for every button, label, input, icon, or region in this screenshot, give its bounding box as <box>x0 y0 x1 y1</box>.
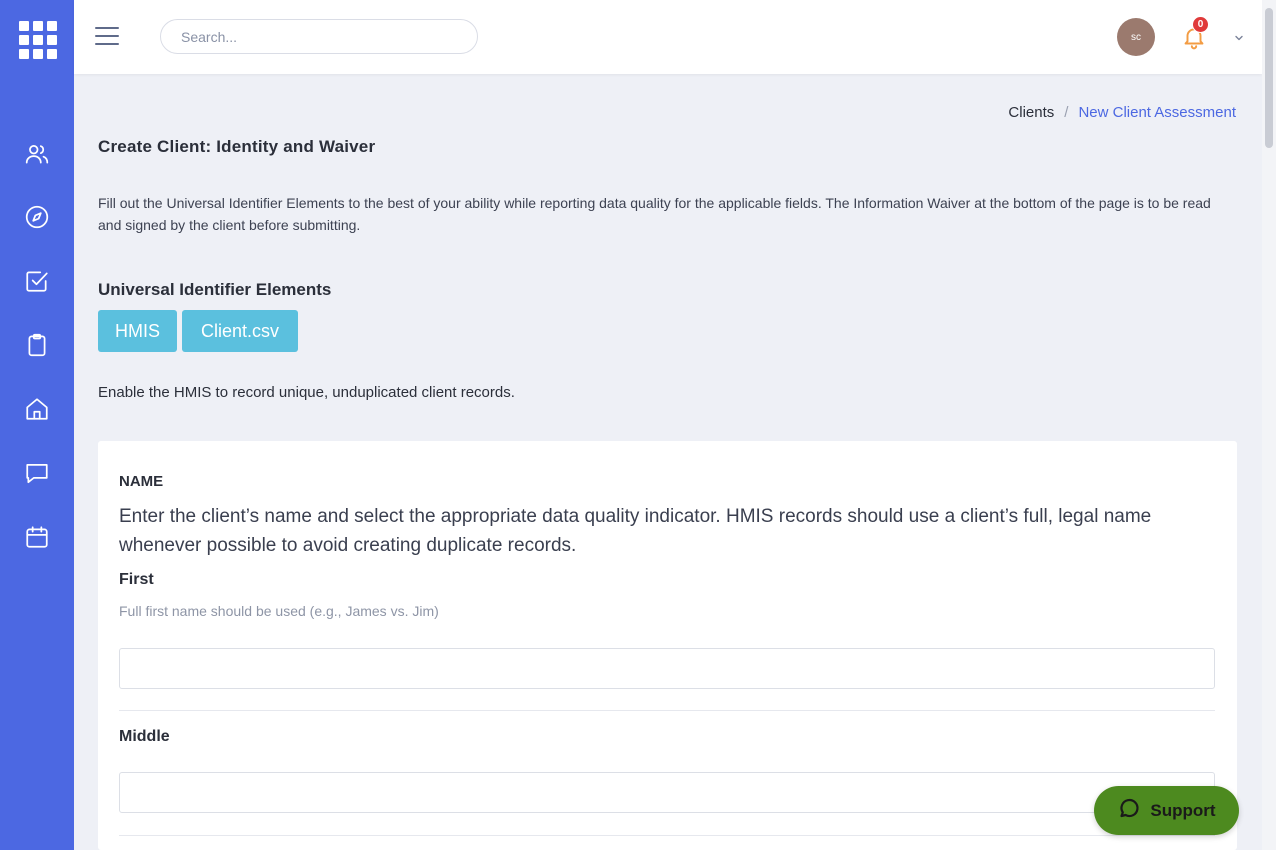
middle-name-input[interactable] <box>119 772 1215 813</box>
middle-name-label: Middle <box>119 728 170 745</box>
divider <box>119 835 1215 836</box>
checkbox-icon[interactable] <box>24 268 50 294</box>
section-title: Universal Identifier Elements <box>98 280 332 299</box>
clipboard-icon[interactable] <box>24 332 50 358</box>
name-heading: NAME <box>119 473 164 490</box>
name-card: NAME Enter the client’s name and select … <box>98 441 1237 850</box>
page-scrollbar-thumb[interactable] <box>1265 8 1273 148</box>
chevron-down-icon[interactable] <box>1233 31 1245 43</box>
first-name-hint: Full first name should be used (e.g., Ja… <box>119 603 439 619</box>
divider <box>119 710 1215 711</box>
home-icon[interactable] <box>24 396 50 422</box>
notification-badge: 0 <box>1192 16 1209 33</box>
compass-icon[interactable] <box>24 204 50 230</box>
intro-text: Fill out the Universal Identifier Elemen… <box>98 195 1211 233</box>
chat-bubble-icon <box>1117 796 1141 825</box>
hmis-tag-button[interactable]: HMIS <box>98 310 177 352</box>
name-description: Enter the client’s name and select the a… <box>119 506 1152 556</box>
support-label: Support <box>1150 800 1216 820</box>
users-icon[interactable] <box>24 141 50 167</box>
first-name-label: First <box>119 571 154 588</box>
page-title: Create Client: Identity and Waiver <box>98 137 376 156</box>
support-button[interactable]: Support <box>1094 786 1239 835</box>
notification-count: 0 <box>1197 19 1204 30</box>
chat-icon[interactable] <box>24 460 50 486</box>
avatar-initials: sc <box>1131 31 1141 43</box>
breadcrumb: Clients / New Client Assessment <box>1008 104 1236 121</box>
breadcrumb-separator: / <box>1064 104 1069 121</box>
hamburger-menu-icon[interactable] <box>95 27 119 47</box>
breadcrumb-current[interactable]: New Client Assessment <box>1078 104 1236 121</box>
enable-text: Enable the HMIS to record unique, undupl… <box>98 384 515 401</box>
apps-grid-icon[interactable] <box>19 21 57 59</box>
search-input[interactable] <box>160 19 478 54</box>
client-csv-tag-button[interactable]: Client.csv <box>182 310 298 352</box>
avatar[interactable]: sc <box>1117 18 1155 56</box>
first-name-input[interactable] <box>119 648 1215 689</box>
calendar-icon[interactable] <box>24 524 50 550</box>
breadcrumb-clients[interactable]: Clients <box>1008 104 1054 121</box>
sidebar <box>0 0 74 850</box>
top-bar: sc 0 <box>74 0 1262 74</box>
